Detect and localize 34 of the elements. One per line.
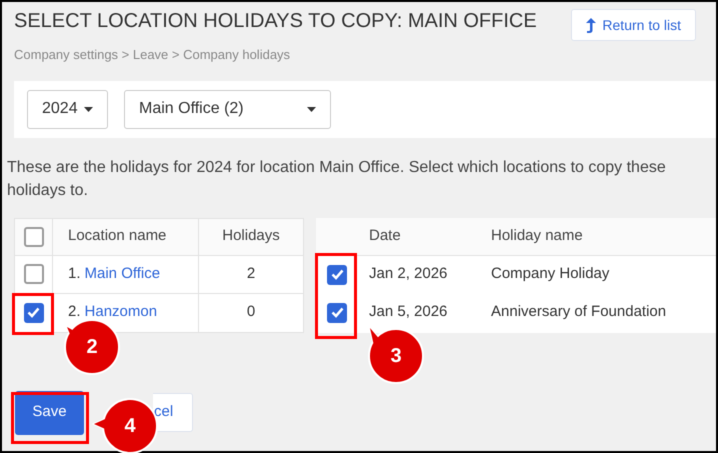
column-header: Holiday name	[490, 226, 584, 246]
checkbox[interactable]	[327, 264, 347, 284]
check-icon	[330, 269, 344, 280]
check-icon	[330, 307, 344, 318]
dropdown[interactable]: Main Office (2)	[124, 90, 331, 128]
location-link[interactable]: Hanzomon	[84, 301, 158, 324]
check-icon	[27, 307, 40, 318]
table-cell-text: Jan 2, 2026	[369, 264, 448, 284]
caret-icon	[307, 106, 316, 112]
table-cell-text: Jan 5, 2026	[369, 302, 448, 322]
table-cell-text: Company Holiday	[491, 264, 610, 284]
table-cell-text: Anniversary of Foundation	[491, 302, 666, 322]
row-number: 1.	[68, 264, 81, 284]
column-header: Date	[368, 226, 402, 246]
save-button[interactable]: Save	[15, 390, 84, 434]
location-link[interactable]: Main Office	[84, 262, 160, 286]
return-button[interactable]: Return to list	[571, 9, 696, 41]
arrow-up-icon	[586, 18, 596, 32]
column-header: Location name	[53, 218, 199, 254]
page-title: SELECT LOCATION HOLIDAYS TO COPY: MAIN OFFICE	[14, 9, 537, 34]
highlight-frame	[12, 293, 54, 335]
table-cell-text: 0	[246, 302, 256, 322]
row-number: 2.	[68, 302, 81, 322]
description-text: These are the holidays for 2024 for location Main Office. Select which locations to copy these holidays to.	[7, 158, 667, 200]
dropdown[interactable]: 2024	[27, 90, 108, 128]
checkbox[interactable]	[327, 302, 347, 322]
checkbox[interactable]	[24, 264, 44, 284]
checkbox[interactable]	[24, 302, 44, 322]
table-cell-text: 2	[246, 264, 256, 284]
caret-icon	[84, 106, 93, 112]
column-header: Holidays	[221, 226, 281, 246]
breadcrumb: Company settings > Leave > Company holidays	[14, 46, 292, 64]
checkbox[interactable]	[24, 226, 44, 246]
cancel-button[interactable]: cel	[153, 393, 193, 432]
